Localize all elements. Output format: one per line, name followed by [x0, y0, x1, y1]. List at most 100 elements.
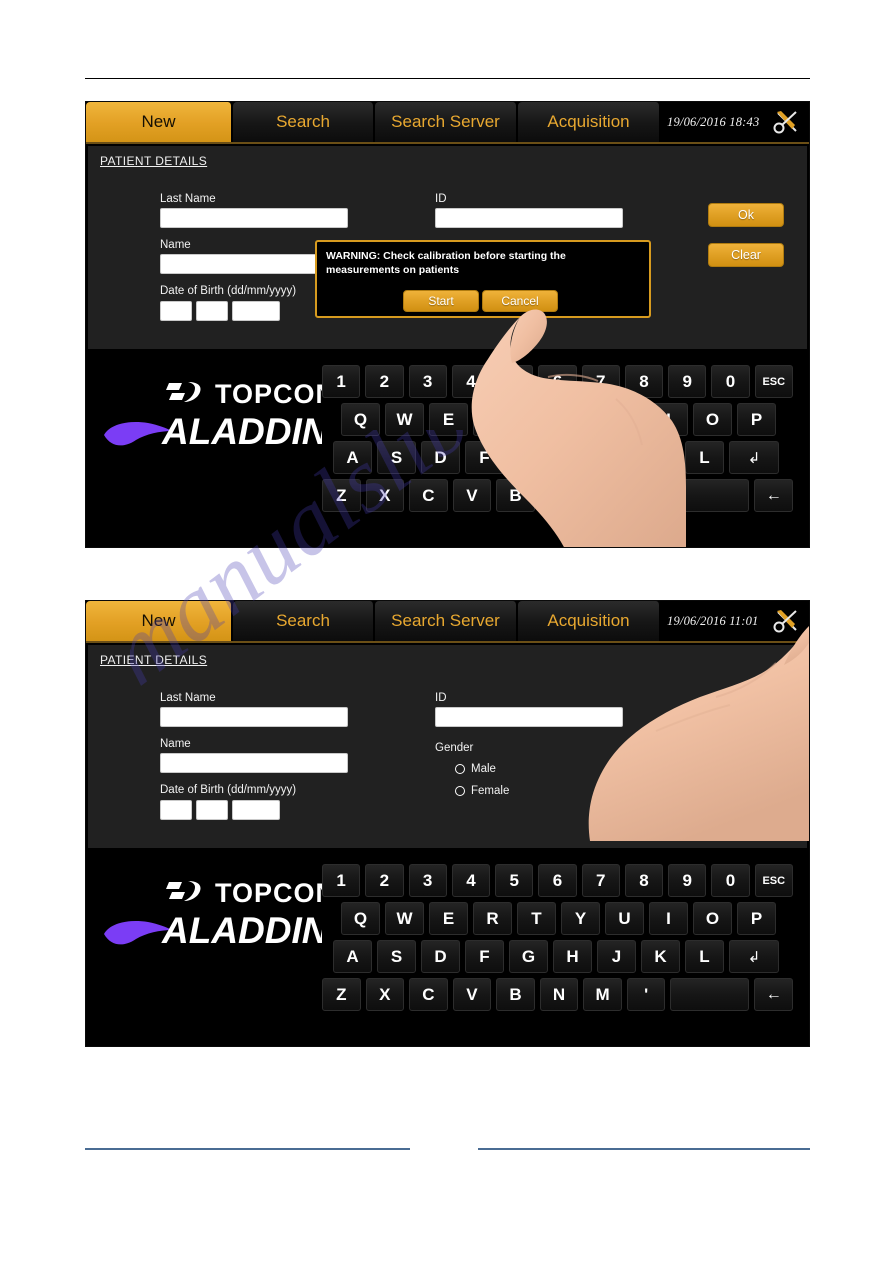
key-w[interactable]: W [385, 403, 424, 436]
key-x[interactable]: X [365, 479, 405, 512]
key-apostrophe[interactable]: ' [626, 479, 666, 512]
key-7[interactable]: 7 [581, 365, 620, 398]
key-b[interactable]: B [496, 479, 535, 512]
key-s-2[interactable]: S [377, 940, 416, 973]
key-c-2[interactable]: C [409, 978, 448, 1011]
key-q[interactable]: Q [341, 403, 380, 436]
key-8[interactable]: 8 [624, 365, 664, 398]
dob-day-input-2[interactable] [160, 800, 192, 820]
tab-new[interactable]: New [86, 102, 232, 142]
key-k[interactable]: K [641, 441, 680, 474]
key-d-2[interactable]: D [421, 940, 460, 973]
clear-button-2[interactable]: Clear [708, 742, 784, 766]
key-y[interactable]: Y [561, 403, 600, 436]
key-y-2[interactable]: Y [561, 902, 600, 935]
key-7-2[interactable]: 7 [581, 864, 620, 897]
key-enter[interactable]: ↲ [729, 441, 779, 474]
key-enter-2[interactable]: ↲ [729, 940, 779, 973]
ok-button-2[interactable]: Ok [708, 702, 784, 726]
tab-search-server-2[interactable]: Search Server [375, 601, 517, 641]
key-r-2[interactable]: R [473, 902, 512, 935]
tab-search-server[interactable]: Search Server [375, 102, 517, 142]
key-s[interactable]: S [377, 441, 416, 474]
key-z-2[interactable]: Z [322, 978, 361, 1011]
tools-icon-2[interactable] [765, 601, 809, 641]
key-f[interactable]: F [465, 441, 504, 474]
key-q-2[interactable]: Q [341, 902, 380, 935]
key-n-2[interactable]: N [539, 978, 579, 1011]
key-h[interactable]: H [553, 441, 592, 474]
key-l-2[interactable]: L [685, 940, 724, 973]
key-j-2[interactable]: J [597, 940, 636, 973]
key-6[interactable]: 6 [538, 365, 577, 398]
key-backspace[interactable]: ← [754, 479, 793, 512]
key-esc-2[interactable]: ESC [754, 864, 793, 897]
key-0[interactable]: 0 [711, 365, 750, 398]
key-4[interactable]: 4 [451, 365, 491, 398]
key-l[interactable]: L [685, 441, 724, 474]
key-x-2[interactable]: X [365, 978, 405, 1011]
gender-radio-male[interactable]: Male [455, 763, 496, 775]
key-1[interactable]: 1 [322, 365, 361, 398]
key-e[interactable]: E [429, 403, 468, 436]
dialog-start-button[interactable]: Start [403, 290, 479, 312]
key-5-2[interactable]: 5 [495, 864, 534, 897]
key-v-2[interactable]: V [452, 978, 492, 1011]
clear-button[interactable]: Clear [708, 243, 784, 267]
key-u[interactable]: U [605, 403, 644, 436]
tab-search[interactable]: Search [233, 102, 374, 142]
key-t[interactable]: T [517, 403, 556, 436]
name-input-2[interactable] [160, 753, 348, 773]
key-o-2[interactable]: O [693, 902, 732, 935]
key-e-2[interactable]: E [429, 902, 468, 935]
key-u-2[interactable]: U [605, 902, 644, 935]
key-t-2[interactable]: T [517, 902, 556, 935]
key-n[interactable]: N [539, 479, 579, 512]
key-3-2[interactable]: 3 [408, 864, 447, 897]
key-p-2[interactable]: P [737, 902, 776, 935]
key-esc[interactable]: ESC [754, 365, 793, 398]
tab-new-2[interactable]: New [86, 601, 232, 641]
dialog-cancel-button[interactable]: Cancel [482, 290, 558, 312]
dob-year-input-2[interactable] [232, 800, 280, 820]
last-name-input-2[interactable] [160, 707, 348, 727]
key-9[interactable]: 9 [668, 365, 707, 398]
tab-acquisition-2[interactable]: Acquisition [518, 601, 660, 641]
key-1-2[interactable]: 1 [322, 864, 361, 897]
key-3[interactable]: 3 [408, 365, 447, 398]
key-g-2[interactable]: G [509, 940, 548, 973]
tab-acquisition[interactable]: Acquisition [518, 102, 660, 142]
key-b-2[interactable]: B [496, 978, 535, 1011]
key-k-2[interactable]: K [641, 940, 680, 973]
key-5[interactable]: 5 [495, 365, 534, 398]
id-input-2[interactable] [435, 707, 623, 727]
key-4-2[interactable]: 4 [451, 864, 491, 897]
key-a-2[interactable]: A [333, 940, 372, 973]
key-2[interactable]: 2 [365, 365, 404, 398]
key-c[interactable]: C [409, 479, 448, 512]
key-8-2[interactable]: 8 [624, 864, 664, 897]
key-m[interactable]: M [583, 479, 622, 512]
key-9-2[interactable]: 9 [668, 864, 707, 897]
key-j[interactable]: J [597, 441, 636, 474]
key-f-2[interactable]: F [465, 940, 504, 973]
key-w-2[interactable]: W [385, 902, 424, 935]
dob-year-input[interactable] [232, 301, 280, 321]
ok-button[interactable]: Ok [708, 203, 784, 227]
key-h-2[interactable]: H [553, 940, 592, 973]
key-v[interactable]: V [452, 479, 492, 512]
key-backspace-2[interactable]: ← [754, 978, 793, 1011]
key-6-2[interactable]: 6 [538, 864, 577, 897]
dob-month-input[interactable] [196, 301, 228, 321]
key-g[interactable]: G [509, 441, 548, 474]
key-2-2[interactable]: 2 [365, 864, 404, 897]
key-apostrophe-2[interactable]: ' [626, 978, 666, 1011]
id-input[interactable] [435, 208, 623, 228]
dob-day-input[interactable] [160, 301, 192, 321]
tools-icon[interactable] [765, 102, 809, 142]
gender-radio-female[interactable]: Female [455, 785, 509, 797]
dob-month-input-2[interactable] [196, 800, 228, 820]
key-space[interactable] [670, 479, 750, 512]
key-o[interactable]: O [693, 403, 732, 436]
key-p[interactable]: P [737, 403, 776, 436]
